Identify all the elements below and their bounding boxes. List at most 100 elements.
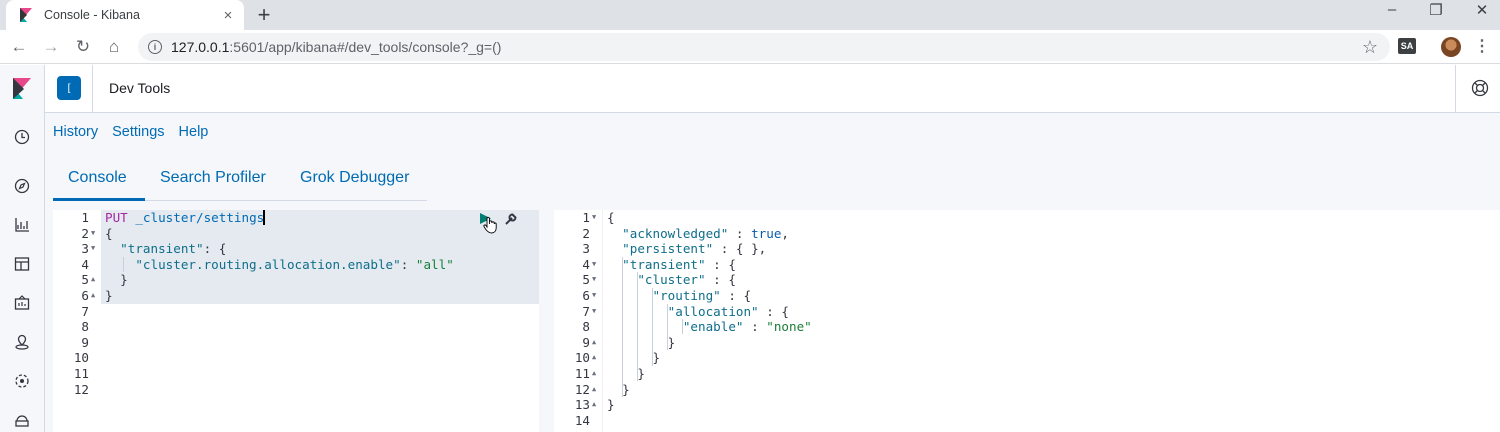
home-icon[interactable]: ⌂ bbox=[103, 36, 125, 58]
fold-down-icon[interactable]: ▼ bbox=[592, 291, 596, 299]
code-line[interactable]: "transient": { bbox=[105, 241, 226, 257]
kibana-logo-icon[interactable] bbox=[12, 78, 32, 100]
code-line[interactable]: } bbox=[105, 272, 128, 288]
code-token: _cluster/settings bbox=[127, 210, 265, 225]
browser-tabstrip: Console - Kibana × + – ❐ ✕ bbox=[0, 0, 1500, 30]
response-gutter: 1 ▼ 2 3 4 ▼ 5 ▼ 6 ▼ 7 ▼ 8 9 ▲ 10 ▲ 11 ▲ 12 ▲ 13 ▲ 14 bbox=[554, 210, 602, 432]
indent-guide bbox=[637, 272, 638, 381]
mouse-pointer-hand-icon bbox=[483, 216, 497, 234]
line-number: 11 bbox=[73, 366, 89, 381]
new-tab-button[interactable]: + bbox=[254, 2, 274, 28]
recently-viewed-clock-icon[interactable] bbox=[12, 127, 32, 147]
code-token: } bbox=[105, 288, 113, 303]
url-text[interactable]: 127.0.0.1:5601/app/kibana#/dev_tools/con… bbox=[171, 39, 1362, 55]
code-line[interactable]: "cluster.routing.allocation.enable": "al… bbox=[105, 256, 454, 273]
fold-down-icon[interactable]: ▼ bbox=[91, 244, 95, 252]
code-line[interactable]: "acknowledged" : true, bbox=[607, 226, 789, 242]
code-line[interactable]: { bbox=[607, 210, 615, 226]
code-token: } bbox=[105, 272, 128, 288]
canvas-icon[interactable] bbox=[12, 293, 32, 313]
forward-icon[interactable]: → bbox=[40, 36, 62, 58]
fold-down-icon[interactable]: ▼ bbox=[592, 307, 596, 315]
code-line[interactable]: "cluster" : { bbox=[607, 272, 736, 288]
tab-close-icon[interactable]: × bbox=[220, 7, 236, 24]
line-number: 5 bbox=[81, 272, 89, 288]
help-link[interactable]: Help bbox=[179, 124, 209, 140]
back-icon[interactable]: ← bbox=[8, 36, 30, 58]
machine-learning-icon[interactable] bbox=[12, 371, 32, 391]
maps-icon[interactable] bbox=[12, 332, 32, 352]
top-nav: History Settings Help bbox=[53, 124, 208, 140]
line-number: 8 bbox=[81, 319, 89, 335]
code-line[interactable]: "allocation" : { bbox=[607, 304, 789, 320]
visualize-chart-icon[interactable] bbox=[12, 215, 32, 235]
tab-search-profiler[interactable]: Search Profiler bbox=[160, 169, 266, 187]
url-host: 127.0.0.1 bbox=[171, 39, 230, 55]
tab-grok-debugger[interactable]: Grok Debugger bbox=[300, 169, 409, 187]
tab-console[interactable]: Console bbox=[68, 169, 127, 187]
line-number: 2 bbox=[81, 225, 89, 241]
info-icon[interactable]: i bbox=[148, 40, 162, 54]
fold-down-icon[interactable]: ▼ bbox=[592, 275, 596, 283]
infrastructure-icon[interactable] bbox=[12, 410, 32, 430]
code-line[interactable]: } bbox=[607, 382, 630, 398]
discover-compass-icon[interactable] bbox=[12, 176, 32, 196]
fold-up-icon[interactable]: ▲ bbox=[592, 400, 596, 408]
gutter-border bbox=[602, 210, 603, 432]
code-line[interactable]: } bbox=[105, 288, 113, 304]
fold-up-icon[interactable]: ▲ bbox=[592, 338, 596, 346]
fold-up-icon[interactable]: ▲ bbox=[91, 275, 95, 283]
browser-menu-icon[interactable]: ⋮ bbox=[1474, 36, 1490, 56]
line-number: 6 bbox=[81, 288, 89, 303]
code-token: : { bbox=[203, 241, 227, 257]
line-number: 5 bbox=[582, 272, 590, 288]
response-viewer[interactable]: 1 ▼ 2 3 4 ▼ 5 ▼ 6 ▼ 7 ▼ 8 9 ▲ 10 ▲ 11 ▲ 12 ▲ 13 ▲ 14 { "acknowl… bbox=[554, 210, 1500, 432]
line-number: 1 bbox=[582, 210, 590, 225]
minimize-icon[interactable]: – bbox=[1380, 1, 1404, 18]
dashboard-icon[interactable] bbox=[12, 254, 32, 274]
code-line[interactable]: "routing" : { bbox=[607, 288, 751, 304]
fold-down-icon[interactable]: ▼ bbox=[91, 229, 95, 237]
fold-up-icon[interactable]: ▲ bbox=[91, 291, 95, 299]
code-line[interactable]: PUT _cluster/settings bbox=[105, 210, 264, 226]
code-line[interactable]: "transient" : { bbox=[607, 257, 736, 273]
line-number: 4 bbox=[81, 256, 89, 272]
space-avatar[interactable]: [ bbox=[57, 76, 81, 100]
bookmark-star-icon[interactable]: ☆ bbox=[1362, 37, 1378, 58]
active-tab-indicator bbox=[53, 198, 145, 201]
help-menu-icon[interactable] bbox=[1471, 79, 1489, 97]
window-close-icon[interactable]: ✕ bbox=[1470, 1, 1494, 19]
code-token: : bbox=[400, 256, 416, 272]
fold-down-icon[interactable]: ▼ bbox=[592, 260, 596, 268]
history-link[interactable]: History bbox=[53, 124, 98, 140]
reload-icon[interactable]: ↻ bbox=[72, 36, 94, 58]
request-editor[interactable]: 1 2 ▼ 3 ▼ 4 5 ▲ 6 ▲ 7 8 9 10 11 12 PUT _cluster/setting… bbox=[53, 210, 539, 432]
request-settings-wrench-icon[interactable] bbox=[504, 211, 519, 226]
maximize-icon[interactable]: ❐ bbox=[1424, 1, 1448, 19]
line-number: 11 bbox=[574, 366, 590, 381]
profile-avatar[interactable] bbox=[1441, 37, 1461, 57]
code-line[interactable]: } bbox=[607, 366, 645, 382]
line-number: 2 bbox=[582, 225, 590, 241]
code-token: : { bbox=[720, 288, 752, 303]
fold-up-icon[interactable]: ▲ bbox=[592, 385, 596, 393]
fold-down-icon[interactable]: ▼ bbox=[592, 213, 596, 221]
fold-up-icon[interactable]: ▲ bbox=[592, 353, 596, 361]
browser-tab-console-kibana[interactable]: Console - Kibana × bbox=[6, 0, 244, 30]
header-divider bbox=[1455, 65, 1456, 113]
extension-sa-icon[interactable]: SA bbox=[1398, 38, 1416, 54]
address-bar[interactable]: i 127.0.0.1:5601/app/kibana#/dev_tools/c… bbox=[138, 33, 1390, 61]
request-gutter: 1 2 ▼ 3 ▼ 4 5 ▲ 6 ▲ 7 8 9 10 11 12 bbox=[53, 210, 101, 432]
code-token: "acknowledged" bbox=[607, 225, 729, 241]
code-token: "all" bbox=[415, 256, 454, 272]
code-token: : bbox=[728, 225, 752, 241]
code-line[interactable]: { bbox=[105, 226, 113, 242]
fold-up-icon[interactable]: ▲ bbox=[592, 369, 596, 377]
code-token: "allocation" bbox=[607, 303, 759, 319]
settings-link[interactable]: Settings bbox=[112, 124, 164, 140]
code-line[interactable]: } bbox=[607, 397, 615, 413]
indent-guide bbox=[667, 304, 668, 350]
code-line[interactable]: "persistent" : { }, bbox=[607, 241, 766, 257]
code-token: "cluster.routing.allocation.enable" bbox=[105, 256, 401, 272]
code-line[interactable]: } bbox=[607, 335, 676, 351]
